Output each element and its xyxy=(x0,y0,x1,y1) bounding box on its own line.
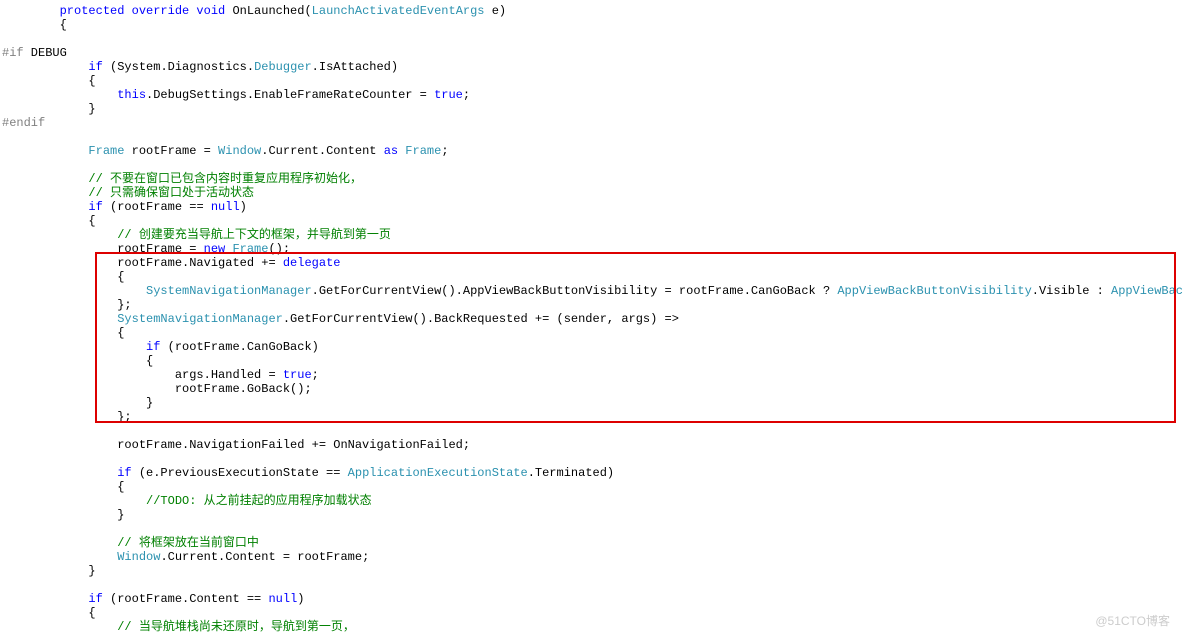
code-line: if (e.PreviousExecutionState == Applicat… xyxy=(2,466,614,480)
code-line: args.Handled = true; xyxy=(2,368,319,382)
code-block: protected override void OnLaunched(Launc… xyxy=(2,4,1184,634)
comment: // 只需确保窗口处于活动状态 xyxy=(2,186,254,200)
keyword: as xyxy=(384,144,398,158)
keyword: if xyxy=(2,592,103,606)
code-line: this.DebugSettings.EnableFrameRateCounte… xyxy=(2,88,470,102)
keyword: this xyxy=(2,88,146,102)
watermark: @51CTO博客 xyxy=(1095,614,1170,628)
code-line: Frame rootFrame = Window.Current.Content… xyxy=(2,144,449,158)
keyword: delegate xyxy=(283,256,341,270)
code-line: { xyxy=(2,270,124,284)
keyword: if xyxy=(2,200,103,214)
code-line: if (System.Diagnostics.Debugger.IsAttach… xyxy=(2,60,398,74)
type: Frame xyxy=(2,144,124,158)
code-line: // 创建要充当导航上下文的框架，并导航到第一页 xyxy=(2,228,391,242)
code-line: // 将框架放在当前窗口中 xyxy=(2,536,259,550)
code-line: if (rootFrame == null) xyxy=(2,200,247,214)
comment: // 不要在窗口已包含内容时重复应用程序初始化， xyxy=(2,172,362,186)
code-line: rootFrame.NavigationFailed += OnNavigati… xyxy=(2,438,470,452)
code-line: { xyxy=(2,606,96,620)
code-line: rootFrame = new Frame(); xyxy=(2,242,290,256)
keyword: null xyxy=(211,200,240,214)
preprocessor: #if xyxy=(2,46,24,60)
type: AppViewBackButtonVisibility xyxy=(837,284,1031,298)
type: Frame xyxy=(398,144,441,158)
code-line: { xyxy=(2,480,124,494)
code-line: { xyxy=(2,354,153,368)
code-line: if (rootFrame.Content == null) xyxy=(2,592,304,606)
keyword: if xyxy=(2,340,160,354)
keyword: if xyxy=(2,60,103,74)
code-line: { xyxy=(2,326,124,340)
code-line: #if DEBUG xyxy=(2,46,67,60)
code-line: // 当导航堆栈尚未还原时，导航到第一页， xyxy=(2,620,355,634)
code-line: #endif xyxy=(2,116,45,130)
type: Window xyxy=(2,550,160,564)
code-editor: protected override void OnLaunched(Launc… xyxy=(0,0,1184,634)
code-line: Window.Current.Content = rootFrame; xyxy=(2,550,369,564)
code-line: { xyxy=(2,74,96,88)
keyword: true xyxy=(283,368,312,382)
preprocessor: #endif xyxy=(2,116,45,130)
code-line: } xyxy=(2,508,124,522)
keyword: null xyxy=(268,592,297,606)
code-line: { xyxy=(2,214,96,228)
code-line: { xyxy=(2,18,67,32)
keyword: new xyxy=(204,242,226,256)
keyword: if xyxy=(2,466,132,480)
comment: // 创建要充当导航上下文的框架，并导航到第一页 xyxy=(2,228,391,242)
code-line: } xyxy=(2,564,96,578)
code-line: protected override void OnLaunched(Launc… xyxy=(2,4,506,18)
code-line: // 只需确保窗口处于活动状态 xyxy=(2,186,254,200)
code-line: SystemNavigationManager.GetForCurrentVie… xyxy=(2,284,1184,298)
type: Debugger xyxy=(254,60,312,74)
comment: // 当导航堆栈尚未还原时，导航到第一页， xyxy=(2,620,355,634)
type: SystemNavigationManager xyxy=(2,312,283,326)
type: ApplicationExecutionState xyxy=(348,466,528,480)
code-line: rootFrame.Navigated += delegate xyxy=(2,256,340,270)
code-line: }; xyxy=(2,298,132,312)
keyword: true xyxy=(434,88,463,102)
code-line: SystemNavigationManager.GetForCurrentVie… xyxy=(2,312,679,326)
code-line: }; xyxy=(2,410,132,424)
code-line: if (rootFrame.CanGoBack) xyxy=(2,340,319,354)
code-line: //TODO: 从之前挂起的应用程序加载状态 xyxy=(2,494,372,508)
code-line: rootFrame.GoBack(); xyxy=(2,382,312,396)
comment: // 将框架放在当前窗口中 xyxy=(2,536,259,550)
type: LaunchActivatedEventArgs xyxy=(312,4,485,18)
type: AppViewBackButtonVisibility xyxy=(1111,284,1184,298)
type: Window xyxy=(218,144,261,158)
code-line: } xyxy=(2,396,153,410)
type: Frame xyxy=(225,242,268,256)
type: SystemNavigationManager xyxy=(2,284,312,298)
code-line: // 不要在窗口已包含内容时重复应用程序初始化， xyxy=(2,172,362,186)
code-line: } xyxy=(2,102,96,116)
comment: //TODO: 从之前挂起的应用程序加载状态 xyxy=(2,494,372,508)
keyword: protected override void xyxy=(2,4,225,18)
